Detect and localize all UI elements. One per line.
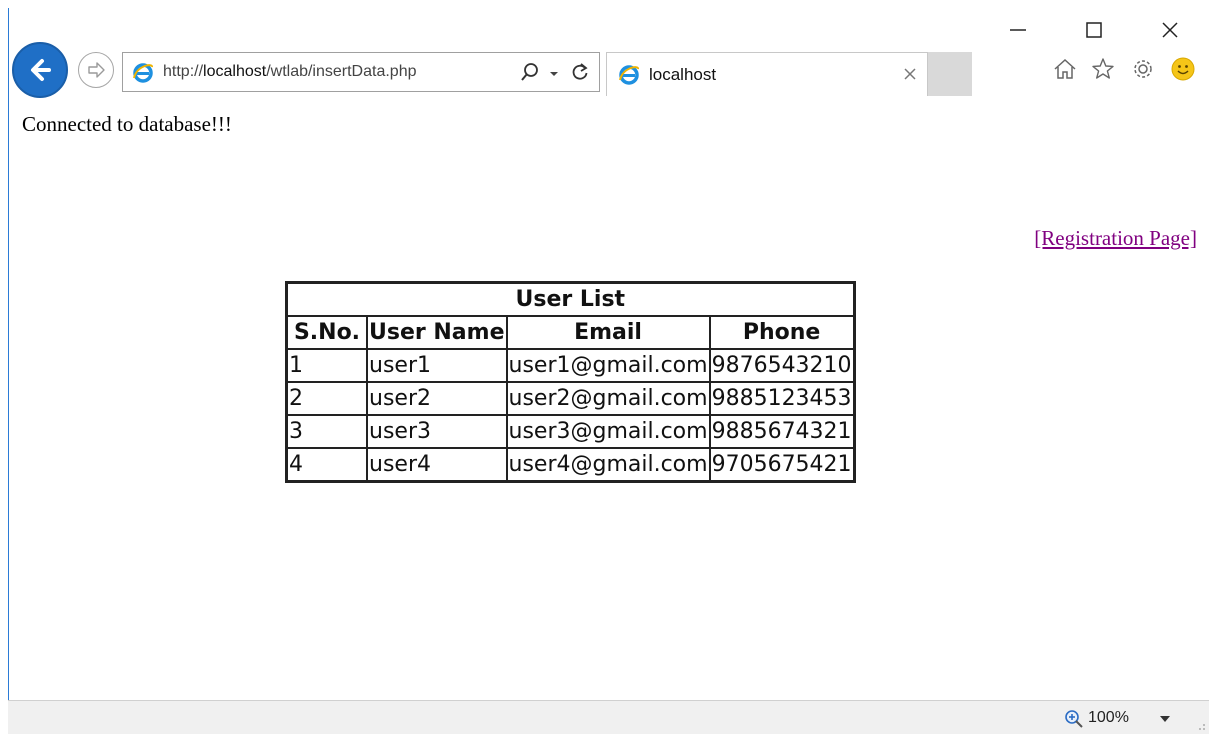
cell-phone: 9885674321 [708, 414, 856, 449]
minimize-button[interactable] [998, 12, 1038, 48]
resize-grip-icon[interactable] [1194, 717, 1206, 731]
tab-label: localhost [649, 65, 717, 84]
tab-close-button[interactable] [899, 63, 921, 85]
table-header-row: S.No. User Name Email Phone [285, 315, 856, 350]
refresh-icon[interactable] [569, 61, 591, 83]
home-icon [1054, 58, 1076, 79]
cell-username: user3 [366, 414, 508, 449]
table-row: 3 user3 user3@gmail.com 9885674321 [285, 414, 856, 449]
ie-logo-icon [133, 63, 153, 83]
close-window-button[interactable] [1150, 12, 1190, 48]
close-icon [904, 68, 916, 80]
connection-status-text: Connected to database!!! [22, 112, 232, 136]
cell-sno: 3 [285, 414, 368, 449]
gear-icon [1134, 60, 1152, 78]
tab-localhost[interactable]: localhost [606, 52, 928, 96]
column-header-sno: S.No. [285, 315, 368, 350]
user-list-table: User List S.No. User Name Email Phone 1 … [285, 281, 856, 483]
registration-page-link[interactable]: [Registration Page] [1034, 226, 1197, 251]
star-icon [1092, 58, 1114, 79]
maximize-icon [1086, 22, 1102, 38]
minimize-icon [1010, 29, 1026, 31]
ie-logo-icon [619, 65, 639, 85]
table-caption: User List [285, 281, 856, 317]
cell-username: user1 [366, 348, 508, 383]
zoom-icon[interactable] [1064, 709, 1084, 729]
cell-phone: 9876543210 [708, 348, 856, 383]
new-tab-button[interactable] [928, 52, 972, 96]
window-border [8, 40, 9, 700]
table-row: 1 user1 user1@gmail.com 9876543210 [285, 348, 856, 383]
cell-username: user4 [366, 447, 508, 483]
zoom-level[interactable]: 100% [1088, 709, 1129, 727]
chevron-down-icon[interactable] [1158, 713, 1172, 725]
column-header-phone: Phone [708, 315, 856, 350]
search-icon[interactable] [519, 61, 541, 83]
chevron-down-icon[interactable] [547, 63, 561, 83]
cell-username: user2 [366, 381, 508, 416]
feedback-button[interactable] [1168, 54, 1198, 84]
column-header-email: Email [505, 315, 711, 350]
browser-window: http://localhost/wtlab/insertData.php lo… [0, 0, 1209, 734]
address-url[interactable]: http://localhost/wtlab/insertData.php [163, 63, 417, 81]
close-icon [1162, 22, 1178, 38]
cell-sno: 1 [285, 348, 368, 383]
maximize-button[interactable] [1074, 12, 1114, 48]
table-row: 4 user4 user4@gmail.com 9705675421 [285, 447, 856, 483]
cell-email: user4@gmail.com [505, 447, 711, 483]
status-bar: 100% [8, 700, 1209, 734]
back-arrow-icon [31, 59, 51, 81]
tools-button[interactable] [1128, 54, 1158, 84]
column-header-username: User Name [366, 315, 508, 350]
cell-email: user1@gmail.com [505, 348, 711, 383]
window-border [8, 8, 9, 40]
forward-button[interactable] [78, 52, 114, 88]
page-content: Connected to database!!! [Registration P… [10, 96, 1209, 700]
table-row: 2 user2 user2@gmail.com 9885123453 [285, 381, 856, 416]
cell-sno: 2 [285, 381, 368, 416]
back-button[interactable] [12, 42, 68, 98]
cell-phone: 9885123453 [708, 381, 856, 416]
favorites-button[interactable] [1088, 54, 1118, 84]
address-bar[interactable]: http://localhost/wtlab/insertData.php [122, 52, 600, 92]
cell-phone: 9705675421 [708, 447, 856, 483]
home-button[interactable] [1050, 54, 1080, 84]
smiley-icon [1171, 57, 1195, 81]
cell-email: user3@gmail.com [505, 414, 711, 449]
forward-arrow-icon [88, 62, 105, 78]
cell-email: user2@gmail.com [505, 381, 711, 416]
cell-sno: 4 [285, 447, 368, 483]
